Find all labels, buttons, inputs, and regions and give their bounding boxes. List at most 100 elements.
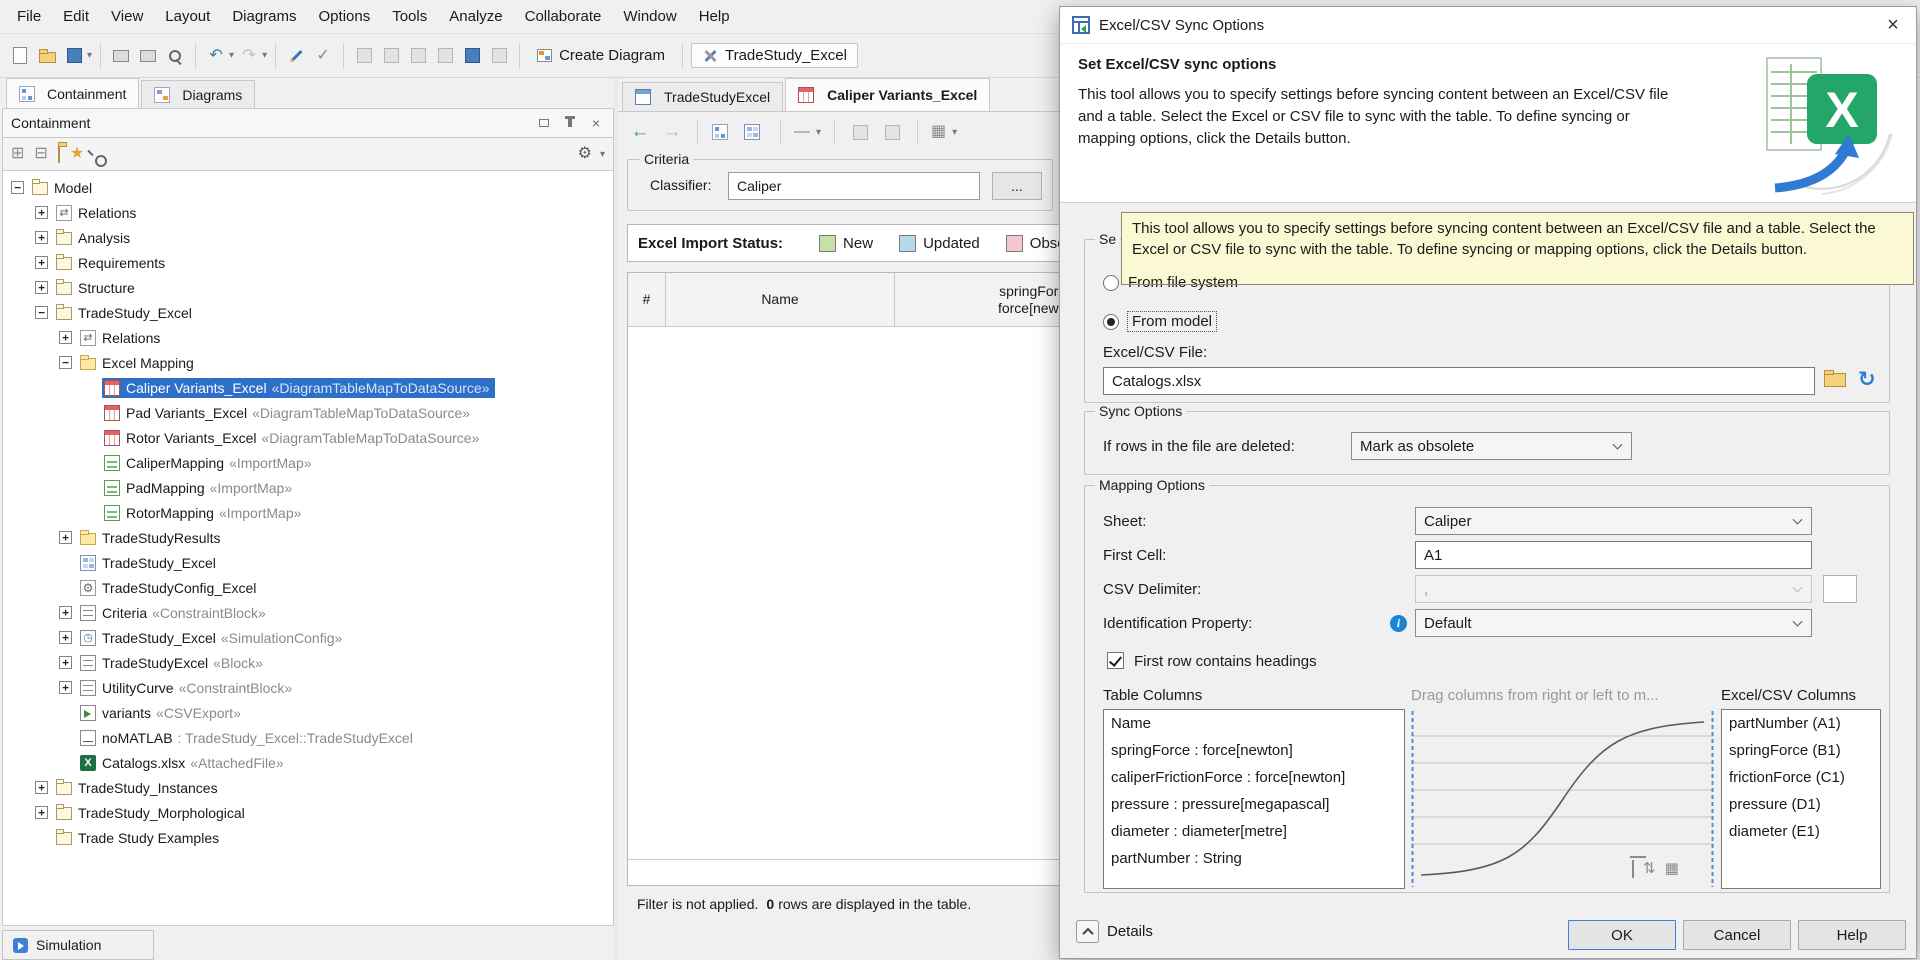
favorites-icon[interactable]: ★: [70, 146, 84, 162]
tree-item[interactable]: Caliper Variants_Excel «DiagramTableMapT…: [3, 375, 613, 400]
tree-item[interactable]: TradeStudy_Morphological: [3, 800, 613, 825]
tree-item[interactable]: TradeStudy_Excel: [3, 550, 613, 575]
tree-item[interactable]: TradeStudyResults: [3, 525, 613, 550]
tree-expander-icon[interactable]: [59, 531, 72, 544]
tree-item[interactable]: TradeStudy_Instances: [3, 775, 613, 800]
show-diagram-icon[interactable]: [743, 120, 767, 144]
save-icon[interactable]: [62, 44, 86, 68]
tree-expander-icon[interactable]: [59, 606, 72, 619]
browse-file-icon[interactable]: [1824, 373, 1846, 387]
radio-icon[interactable]: [1103, 275, 1119, 291]
rows-deleted-select[interactable]: Mark as obsolete: [1351, 432, 1632, 460]
validate-icon[interactable]: ✓: [311, 44, 335, 68]
table-column-item[interactable]: springForce : force[newton]: [1104, 737, 1404, 764]
table-column-item[interactable]: Name: [1104, 710, 1404, 737]
sort-icon[interactable]: ⇅: [1643, 859, 1656, 877]
help-button[interactable]: Help: [1798, 920, 1906, 950]
tree-item[interactable]: CaliperMapping «ImportMap»: [3, 450, 613, 475]
undo-dropdown-icon[interactable]: ▾: [229, 50, 234, 61]
table-column-item[interactable]: diameter : diameter[metre]: [1104, 818, 1404, 845]
active-configuration[interactable]: TradeStudy_Excel: [691, 43, 858, 68]
automap-icon[interactable]: ▦: [1665, 859, 1679, 877]
menu-item[interactable]: View: [100, 0, 154, 33]
show-containment-icon[interactable]: [711, 120, 735, 144]
from-model-option[interactable]: From model: [1103, 312, 1216, 331]
settings-gear-icon[interactable]: ⚙: [578, 146, 592, 162]
export-icon[interactable]: [487, 44, 511, 68]
menu-item[interactable]: Analyze: [438, 0, 513, 33]
find-icon[interactable]: [163, 44, 187, 68]
tree-expander-icon[interactable]: [35, 256, 48, 269]
save-all-icon[interactable]: [460, 44, 484, 68]
menu-item[interactable]: Window: [612, 0, 687, 33]
line-style-dropdown-icon[interactable]: ▾: [816, 127, 821, 138]
menu-item[interactable]: Diagrams: [221, 0, 307, 33]
forward-icon[interactable]: →: [660, 120, 684, 144]
file-path-input[interactable]: Catalogs.xlsx: [1103, 367, 1815, 395]
tree-item[interactable]: Catalogs.xlsx «AttachedFile»: [3, 750, 613, 775]
tree-item[interactable]: Relations: [3, 200, 613, 225]
tree-expander-icon[interactable]: [35, 806, 48, 819]
from-file-system-option[interactable]: From file system: [1103, 274, 1238, 291]
tree-item[interactable]: Excel Mapping: [3, 350, 613, 375]
tree-item[interactable]: Analysis: [3, 225, 613, 250]
menu-item[interactable]: Collaborate: [514, 0, 613, 33]
tree-item[interactable]: variants «CSVExport»: [3, 700, 613, 725]
redo-dropdown-icon[interactable]: ▾: [262, 50, 267, 61]
tree-item[interactable]: Requirements: [3, 250, 613, 275]
tree-expander-icon[interactable]: [59, 656, 72, 669]
print-preview-icon[interactable]: [136, 44, 160, 68]
tree-expander-icon[interactable]: [35, 231, 48, 244]
tree-expander-icon[interactable]: [35, 306, 48, 319]
tree-item[interactable]: UtilityCurve «ConstraintBlock»: [3, 675, 613, 700]
menu-item[interactable]: Tools: [381, 0, 438, 33]
back-icon[interactable]: ←: [628, 120, 652, 144]
add-row-icon[interactable]: [848, 120, 872, 144]
delete-row-icon[interactable]: [880, 120, 904, 144]
new-project-icon[interactable]: [8, 44, 32, 68]
tree-expander-icon[interactable]: [35, 206, 48, 219]
tree-expander-icon[interactable]: [59, 331, 72, 344]
tree-item[interactable]: Criteria «ConstraintBlock»: [3, 600, 613, 625]
layout-icon[interactable]: [352, 44, 376, 68]
panel-tab[interactable]: Diagrams: [141, 80, 255, 108]
close-icon[interactable]: ×: [1870, 7, 1916, 44]
panel-tab[interactable]: Containment: [6, 78, 139, 108]
expand-all-icon[interactable]: ⊞: [11, 146, 24, 162]
identification-property-select[interactable]: Default: [1415, 609, 1812, 637]
close-panel-icon[interactable]: ×: [587, 115, 605, 131]
radio-selected-icon[interactable]: [1103, 314, 1119, 330]
float-panel-icon[interactable]: [535, 115, 553, 131]
menu-item[interactable]: Options: [308, 0, 382, 33]
table-column-item[interactable]: caliperFrictionForce : force[newton]: [1104, 764, 1404, 791]
excel-column-item[interactable]: pressure (D1): [1722, 791, 1880, 818]
tree-item[interactable]: PadMapping «ImportMap»: [3, 475, 613, 500]
tree-item[interactable]: TradeStudyConfig_Excel: [3, 575, 613, 600]
excel-column-item[interactable]: partNumber (A1): [1722, 710, 1880, 737]
first-cell-input[interactable]: A1: [1415, 541, 1812, 569]
editor-tab[interactable]: TradeStudyExcel: [622, 82, 783, 111]
info-icon[interactable]: i: [1390, 615, 1407, 632]
save-dropdown-icon[interactable]: ▾: [87, 50, 92, 61]
sheet-select[interactable]: Caliper: [1415, 507, 1812, 535]
menu-item[interactable]: Layout: [154, 0, 221, 33]
refresh-icon[interactable]: ↻: [1858, 369, 1876, 390]
zoom-icon[interactable]: [406, 44, 430, 68]
tree-expander-icon[interactable]: [59, 356, 72, 369]
menu-item[interactable]: File: [6, 0, 52, 33]
dialog-titlebar[interactable]: Excel/CSV Sync Options ×: [1060, 7, 1916, 44]
open-project-icon[interactable]: [35, 44, 59, 68]
tree-item[interactable]: Trade Study Examples: [3, 825, 613, 850]
tree-item[interactable]: Model: [3, 175, 613, 200]
first-row-headings-checkbox[interactable]: [1107, 652, 1124, 669]
redo-icon[interactable]: ↷: [237, 44, 261, 68]
open-in-new-tree-icon[interactable]: [58, 146, 60, 162]
tree-item[interactable]: Pad Variants_Excel «DiagramTableMapToDat…: [3, 400, 613, 425]
tree-item[interactable]: RotorMapping «ImportMap»: [3, 500, 613, 525]
tree-expander-icon[interactable]: [59, 681, 72, 694]
simulation-panel-tab[interactable]: Simulation: [2, 930, 154, 960]
columns-icon[interactable]: ▦: [931, 124, 946, 140]
editor-tab[interactable]: Caliper Variants_Excel: [785, 78, 990, 111]
cancel-button[interactable]: Cancel: [1683, 920, 1791, 950]
table-column-item[interactable]: pressure : pressure[megapascal]: [1104, 791, 1404, 818]
